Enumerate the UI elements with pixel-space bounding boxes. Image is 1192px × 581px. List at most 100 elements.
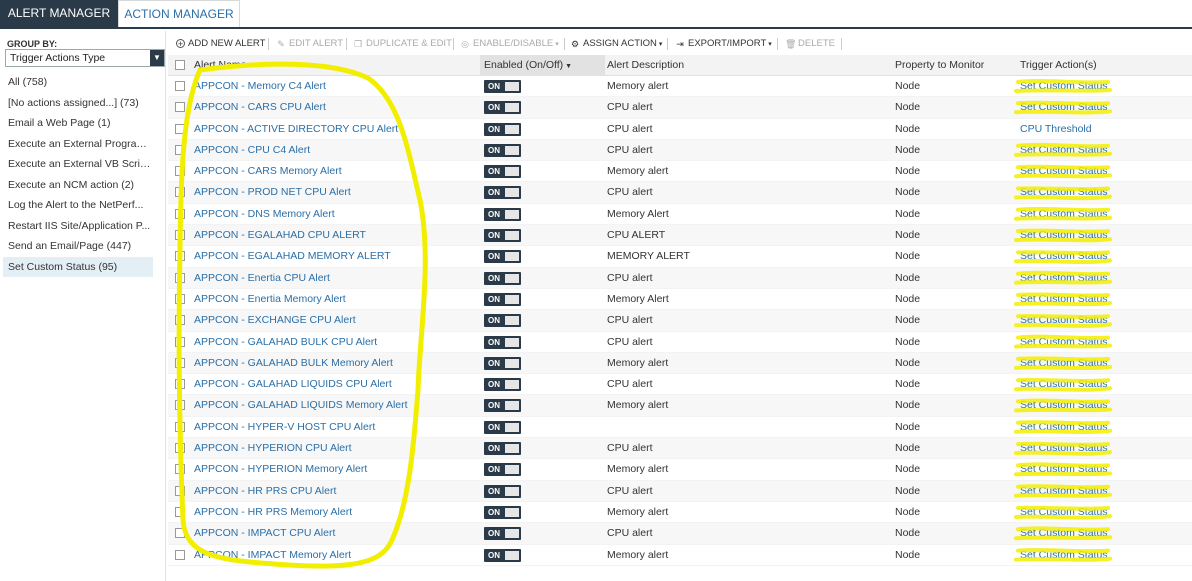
group-list-item[interactable]: Log the Alert to the NetPerf... bbox=[3, 195, 153, 216]
table-row[interactable]: APPCON - HYPERION Memory Alert ON Memory a… bbox=[168, 459, 1192, 481]
table-row[interactable]: APPCON - GALAHAD BULK Memory Alert ON Memo… bbox=[168, 352, 1192, 375]
row-checkbox[interactable] bbox=[175, 528, 185, 539]
alert-name-link[interactable]: APPCON - Enertia Memory Alert bbox=[194, 289, 346, 310]
group-list-item[interactable]: Execute an NCM action (2) bbox=[3, 175, 153, 196]
enabled-toggle[interactable]: ON bbox=[484, 378, 521, 392]
enabled-toggle[interactable]: ON bbox=[484, 420, 521, 434]
trigger-action-link[interactable]: Set Custom Status bbox=[1020, 417, 1108, 438]
table-row[interactable]: APPCON - Enertia CPU Alert ON CPU alert Nod… bbox=[168, 267, 1192, 289]
alert-name-link[interactable]: APPCON - GALAHAD LIQUIDS Memory Alert bbox=[194, 395, 408, 416]
alert-name-link[interactable]: APPCON - Memory C4 Alert bbox=[194, 76, 326, 97]
alert-name-link[interactable]: APPCON - Enertia CPU Alert bbox=[194, 268, 330, 289]
row-checkbox[interactable] bbox=[175, 208, 185, 219]
enable-disable-button[interactable]: ◎ ENABLE/DISABLE ▾ bbox=[460, 36, 559, 52]
table-row[interactable]: APPCON - EGALAHAD MEMORY ALERT ON MEMORY A… bbox=[168, 246, 1192, 268]
table-row[interactable]: APPCON - CARS Memory Alert ON Memory alert… bbox=[168, 161, 1192, 183]
row-checkbox[interactable] bbox=[175, 166, 185, 177]
table-row[interactable]: APPCON - HR PRS Memory Alert ON Memory ale… bbox=[168, 502, 1192, 524]
row-checkbox[interactable] bbox=[175, 230, 185, 241]
enabled-toggle[interactable]: ON bbox=[484, 80, 521, 93]
trigger-action-link[interactable]: Set Custom Status bbox=[1020, 268, 1108, 289]
enabled-toggle[interactable]: ON bbox=[484, 292, 521, 306]
trigger-action-link[interactable]: Set Custom Status bbox=[1020, 289, 1108, 310]
enabled-toggle[interactable]: ON bbox=[484, 399, 521, 413]
chevron-down-icon[interactable]: ▼ bbox=[150, 50, 164, 66]
trigger-action-link[interactable]: Set Custom Status bbox=[1020, 438, 1108, 459]
trigger-action-link[interactable]: Set Custom Status bbox=[1020, 76, 1108, 97]
alert-name-link[interactable]: APPCON - HYPER-V HOST CPU Alert bbox=[194, 417, 375, 438]
trigger-action-link[interactable]: Set Custom Status bbox=[1020, 225, 1108, 246]
tab-alert-manager[interactable]: ALERT MANAGER bbox=[0, 0, 118, 27]
group-list-item[interactable]: Set Custom Status (95) bbox=[3, 256, 153, 277]
enabled-toggle[interactable]: ON bbox=[484, 165, 521, 179]
alert-name-link[interactable]: APPCON - CARS Memory Alert bbox=[194, 161, 342, 182]
row-checkbox[interactable] bbox=[175, 549, 185, 560]
table-row[interactable]: APPCON - HYPERION CPU Alert ON CPU alert No… bbox=[168, 438, 1192, 460]
group-by-select[interactable]: Trigger Actions Type ▼ bbox=[5, 49, 165, 67]
table-row[interactable]: APPCON - ACTIVE DIRECTORY CPU Alert ON CPU… bbox=[168, 119, 1192, 140]
alert-name-link[interactable]: APPCON - HYPERION Memory Alert bbox=[194, 459, 367, 480]
row-checkbox[interactable] bbox=[175, 293, 185, 304]
alert-name-link[interactable]: APPCON - HR PRS CPU Alert bbox=[194, 481, 336, 502]
col-alert-description[interactable]: Alert Description bbox=[607, 55, 684, 76]
row-checkbox[interactable] bbox=[175, 187, 185, 198]
enabled-toggle[interactable]: ON bbox=[484, 101, 521, 115]
group-list-item[interactable]: Send an Email/Page (447) bbox=[3, 236, 153, 257]
table-row[interactable]: APPCON - DNS Memory Alert ON Memory Alert N… bbox=[168, 204, 1192, 226]
group-list-item[interactable]: Execute an External VB Script... bbox=[3, 154, 153, 175]
trigger-action-link[interactable]: Set Custom Status bbox=[1020, 545, 1108, 566]
row-checkbox[interactable] bbox=[175, 485, 185, 496]
row-checkbox[interactable] bbox=[175, 123, 185, 134]
row-checkbox[interactable] bbox=[175, 506, 185, 517]
row-checkbox[interactable] bbox=[175, 144, 185, 155]
alert-name-link[interactable]: APPCON - HYPERION CPU Alert bbox=[194, 438, 352, 459]
add-new-alert-button[interactable]: + ADD NEW ALERT bbox=[176, 36, 265, 52]
group-list-item[interactable]: [No actions assigned...] (73) bbox=[3, 93, 153, 114]
table-row[interactable]: APPCON - CPU C4 Alert ON CPU alert Node Set … bbox=[168, 139, 1192, 162]
group-list-item[interactable]: Execute an External Program... bbox=[3, 134, 153, 155]
table-row[interactable]: APPCON - GALAHAD BULK CPU Alert ON CPU ale… bbox=[168, 332, 1192, 353]
enabled-toggle[interactable]: ON bbox=[484, 186, 521, 200]
row-checkbox[interactable] bbox=[175, 443, 185, 454]
trigger-action-link[interactable]: Set Custom Status bbox=[1020, 310, 1108, 331]
select-all-checkbox[interactable] bbox=[175, 60, 185, 70]
table-row[interactable]: APPCON - CARS CPU Alert ON CPU alert Node Se… bbox=[168, 97, 1192, 119]
alert-name-link[interactable]: APPCON - GALAHAD LIQUIDS CPU Alert bbox=[194, 374, 392, 395]
trigger-action-link[interactable]: Set Custom Status bbox=[1020, 374, 1108, 395]
trigger-action-link[interactable]: Set Custom Status bbox=[1020, 395, 1108, 416]
trigger-action-link[interactable]: Set Custom Status bbox=[1020, 332, 1108, 353]
row-checkbox[interactable] bbox=[175, 336, 185, 347]
assign-action-button[interactable]: ⚙ ASSIGN ACTION ▾ bbox=[570, 36, 662, 52]
trigger-action-link[interactable]: CPU Threshold bbox=[1020, 119, 1092, 140]
enabled-toggle[interactable]: ON bbox=[484, 442, 521, 456]
alert-name-link[interactable]: APPCON - EGALAHAD CPU ALERT bbox=[194, 225, 366, 246]
alert-name-link[interactable]: APPCON - DNS Memory Alert bbox=[194, 204, 335, 225]
duplicate-edit-button[interactable]: ❐ DUPLICATE & EDIT bbox=[353, 36, 452, 52]
table-row[interactable]: APPCON - GALAHAD LIQUIDS CPU Alert ON CPU … bbox=[168, 374, 1192, 396]
alert-name-link[interactable]: APPCON - IMPACT CPU Alert bbox=[194, 523, 335, 544]
table-row[interactable]: APPCON - EXCHANGE CPU Alert ON CPU alert No… bbox=[168, 310, 1192, 332]
trigger-action-link[interactable]: Set Custom Status bbox=[1020, 523, 1108, 544]
enabled-toggle[interactable]: ON bbox=[484, 527, 521, 541]
trigger-action-link[interactable]: Set Custom Status bbox=[1020, 481, 1108, 502]
enabled-toggle[interactable]: ON bbox=[484, 207, 521, 221]
enabled-toggle[interactable]: ON bbox=[484, 548, 521, 562]
row-checkbox[interactable] bbox=[175, 315, 185, 326]
trigger-action-link[interactable]: Set Custom Status bbox=[1020, 246, 1108, 267]
export-import-button[interactable]: ⇥ EXPORT/IMPORT ▾ bbox=[675, 36, 772, 52]
alert-name-link[interactable]: APPCON - CPU C4 Alert bbox=[194, 140, 310, 161]
row-checkbox[interactable] bbox=[175, 421, 185, 432]
row-checkbox[interactable] bbox=[175, 272, 185, 283]
enabled-toggle[interactable]: ON bbox=[484, 250, 521, 264]
trigger-action-link[interactable]: Set Custom Status bbox=[1020, 182, 1108, 203]
row-checkbox[interactable] bbox=[175, 357, 185, 368]
table-row[interactable]: APPCON - PROD NET CPU Alert ON CPU alert No… bbox=[168, 182, 1192, 204]
alert-name-link[interactable]: APPCON - EGALAHAD MEMORY ALERT bbox=[194, 246, 391, 267]
col-alert-name[interactable]: Alert Name bbox=[194, 55, 247, 76]
row-checkbox[interactable] bbox=[175, 379, 185, 390]
enabled-toggle[interactable]: ON bbox=[484, 356, 521, 370]
col-trigger-actions[interactable]: Trigger Action(s) bbox=[1020, 55, 1097, 76]
group-list-item[interactable]: All (758) bbox=[3, 72, 153, 93]
table-row[interactable]: APPCON - Enertia Memory Alert ON Memory Al… bbox=[168, 289, 1192, 311]
group-list-item[interactable]: Email a Web Page (1) bbox=[3, 113, 153, 134]
